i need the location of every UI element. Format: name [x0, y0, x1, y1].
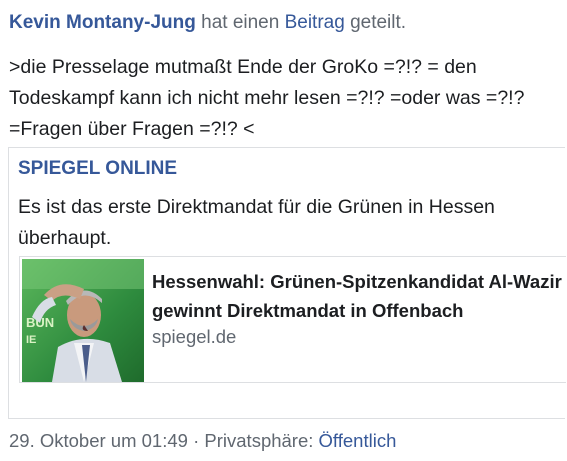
link-preview[interactable]: BÜN IE Hessenwahl: Grünen-Spitzenkandida…: [19, 256, 566, 383]
article-domain: spiegel.de: [152, 326, 237, 347]
svg-text:IE: IE: [26, 334, 36, 346]
shared-post-link[interactable]: Beitrag: [285, 12, 345, 33]
article-title-link[interactable]: Hessenwahl: Grünen-Spitzenkandidat Al-Wa…: [152, 267, 562, 325]
post-footer: 29. Oktober um 01:49 · Privatsphäre: Öff…: [9, 430, 396, 452]
post-header: Kevin Montany-Jung hat einen Beitrag get…: [9, 10, 559, 36]
post-text: >die Presselage mutmaßt Ende der GroKo =…: [9, 56, 525, 140]
action-prefix: hat einen: [195, 12, 285, 33]
privacy-label: Privatsphäre:: [204, 430, 319, 451]
author-name-link[interactable]: Kevin Montany-Jung: [9, 12, 196, 33]
privacy-setting-link[interactable]: Öffentlich: [319, 430, 397, 451]
shared-post-card[interactable]: SPIEGEL ONLINE Es ist das erste Direktma…: [8, 147, 566, 419]
thumbnail-image: BÜN IE: [22, 259, 144, 382]
footer-separator: ·: [187, 430, 205, 451]
post-timestamp[interactable]: 29. Oktober um 01:49: [9, 430, 188, 451]
article-thumbnail[interactable]: BÜN IE: [22, 259, 144, 382]
action-suffix: geteilt.: [344, 12, 407, 33]
shared-post-text: Es ist das erste Direktmandat für die Gr…: [18, 196, 495, 249]
shared-source-name[interactable]: SPIEGEL ONLINE: [18, 158, 177, 180]
